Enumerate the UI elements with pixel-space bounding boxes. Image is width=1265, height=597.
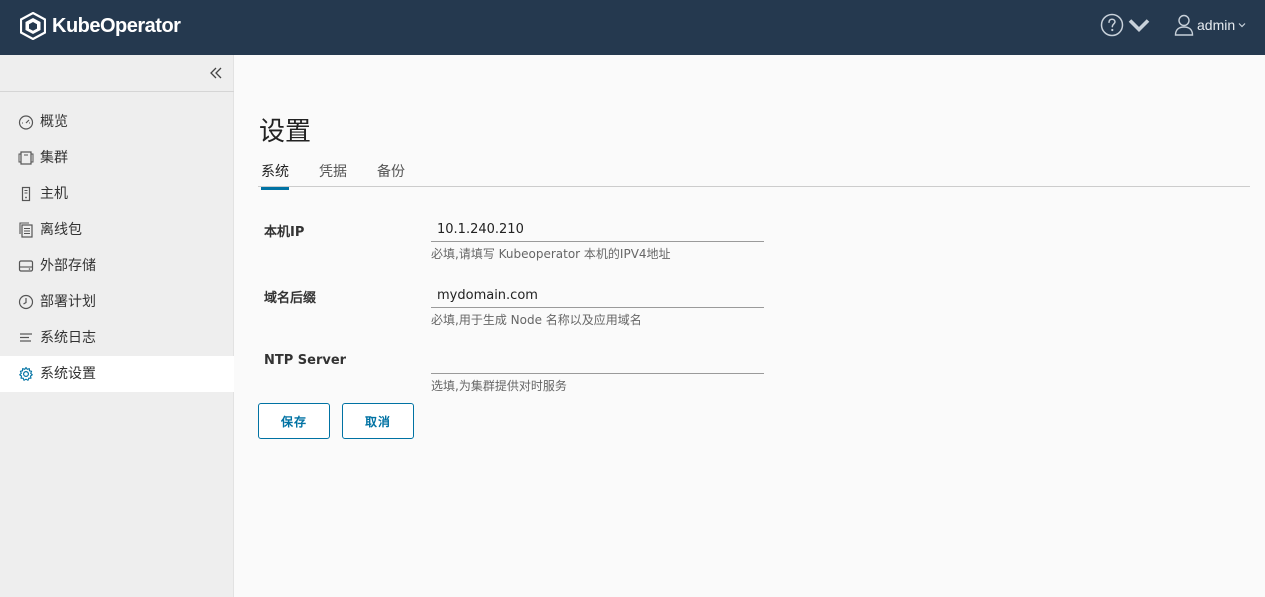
sidebar-item-label: 部署计划 bbox=[40, 294, 96, 310]
save-button[interactable]: 保存 bbox=[258, 403, 330, 439]
ntp-server-input[interactable] bbox=[431, 350, 764, 374]
user-menu[interactable]: admin bbox=[1174, 14, 1246, 36]
chevron-down-icon bbox=[1128, 19, 1150, 33]
local-ip-help: 必填,请填写 Kubeoperator 本机的IPV4地址 bbox=[431, 247, 671, 261]
brand-name: KubeOperator bbox=[52, 14, 181, 37]
sidebar-divider bbox=[0, 91, 234, 92]
user-icon bbox=[1174, 14, 1194, 36]
dashboard-icon bbox=[18, 115, 34, 130]
domain-suffix-input[interactable] bbox=[431, 284, 764, 308]
collapse-sidebar-icon[interactable] bbox=[208, 65, 224, 81]
tab-bar: 系统 凭据 备份 bbox=[258, 157, 1250, 190]
page-title: 设置 bbox=[259, 117, 312, 147]
sidebar-item-system-settings[interactable]: 系统设置 bbox=[0, 356, 234, 392]
help-menu[interactable] bbox=[1100, 13, 1151, 37]
gear-icon bbox=[19, 366, 33, 381]
sidebar-item-overview[interactable]: 概览 bbox=[0, 104, 234, 140]
kubeoperator-logo-icon bbox=[20, 12, 46, 40]
tab-credentials[interactable]: 凭据 bbox=[319, 161, 347, 187]
sidebar-item-storage[interactable]: 外部存储 bbox=[0, 248, 234, 284]
brand[interactable]: KubeOperator bbox=[20, 11, 181, 41]
log-icon bbox=[20, 333, 32, 342]
sidebar-item-label: 系统设置 bbox=[40, 366, 96, 382]
ntp-server-label: NTP Server bbox=[264, 353, 347, 368]
sidebar-item-label: 主机 bbox=[40, 186, 68, 202]
sidebar-item-offline-package[interactable]: 离线包 bbox=[0, 212, 234, 248]
top-header: KubeOperator admin bbox=[0, 0, 1265, 55]
chevron-down-icon bbox=[1238, 23, 1246, 28]
sidebar-item-label: 系统日志 bbox=[40, 330, 96, 346]
sidebar-item-label: 离线包 bbox=[40, 222, 82, 238]
local-ip-label: 本机IP bbox=[264, 225, 305, 240]
local-ip-input[interactable] bbox=[431, 218, 764, 242]
ntp-server-help: 选填,为集群提供对时服务 bbox=[431, 379, 567, 393]
domain-suffix-help: 必填,用于生成 Node 名称以及应用域名 bbox=[431, 313, 642, 327]
sidebar-item-label: 外部存储 bbox=[40, 258, 96, 274]
cluster-icon bbox=[18, 151, 34, 165]
clock-icon bbox=[18, 294, 34, 310]
sidebar-item-label: 集群 bbox=[40, 150, 68, 166]
cancel-button[interactable]: 取消 bbox=[342, 403, 414, 439]
sidebar-item-host[interactable]: 主机 bbox=[0, 176, 234, 212]
storage-icon bbox=[18, 260, 34, 272]
help-icon bbox=[1100, 13, 1124, 37]
tab-system[interactable]: 系统 bbox=[261, 161, 289, 190]
sidebar-item-cluster[interactable]: 集群 bbox=[0, 140, 234, 176]
tab-backup[interactable]: 备份 bbox=[377, 161, 405, 187]
sidebar: 概览 集群 主机 离线包 外部存储 部署计划 系统日志 系统设置 bbox=[0, 55, 234, 597]
sidebar-item-system-log[interactable]: 系统日志 bbox=[0, 320, 234, 356]
username: admin bbox=[1197, 17, 1236, 33]
main-content: 设置 系统 凭据 备份 本机IP 必填,请填写 Kubeoperator 本机的… bbox=[234, 55, 1265, 597]
sidebar-item-label: 概览 bbox=[40, 114, 68, 130]
host-icon bbox=[21, 186, 31, 202]
domain-suffix-label: 域名后缀 bbox=[264, 291, 317, 306]
package-icon bbox=[19, 222, 33, 238]
sidebar-item-deploy-plan[interactable]: 部署计划 bbox=[0, 284, 234, 320]
